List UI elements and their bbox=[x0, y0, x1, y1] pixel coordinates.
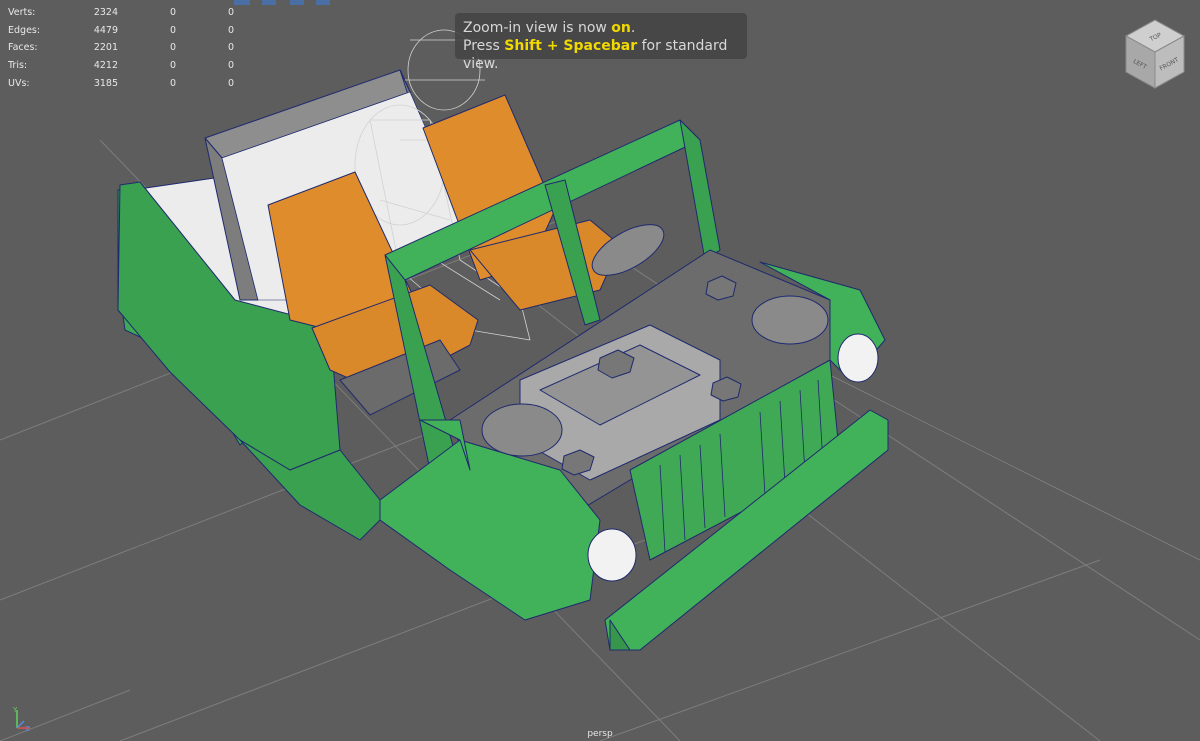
stat-value: 0 bbox=[227, 24, 234, 36]
stat-row-uvs: UVs: 3185 0 0 bbox=[6, 75, 236, 93]
stat-row-faces: Faces: 2201 0 0 bbox=[6, 39, 236, 57]
notification-text: . bbox=[630, 20, 636, 36]
notification-on-highlight: on bbox=[611, 20, 631, 36]
poly-count-hud: Verts: 2324 0 0 Edges: 4479 0 0 Faces: 2… bbox=[6, 4, 236, 92]
stat-value: 4479 bbox=[93, 24, 118, 36]
stat-row-verts: Verts: 2324 0 0 bbox=[6, 4, 236, 22]
headlight-right bbox=[837, 333, 879, 383]
stat-value: 0 bbox=[169, 7, 176, 18]
stat-label: UVs: bbox=[8, 77, 30, 89]
stat-value: 2324 bbox=[93, 7, 118, 18]
air-filter-left bbox=[481, 403, 563, 457]
stat-value: 0 bbox=[169, 24, 176, 36]
y-axis-label: Y bbox=[12, 706, 18, 714]
stat-value: 0 bbox=[169, 60, 176, 72]
jeep-model[interactable] bbox=[117, 29, 889, 651]
view-cube[interactable]: TOP LEFT FRONT bbox=[1122, 16, 1188, 92]
stat-value: 3185 bbox=[93, 77, 118, 89]
headlight-left bbox=[587, 528, 637, 582]
notification-text: Zoom-in view is now bbox=[463, 20, 612, 36]
perspective-viewport[interactable]: Verts: 2324 0 0 Edges: 4479 0 0 Faces: 2… bbox=[0, 0, 1200, 741]
camera-label: persp bbox=[587, 729, 613, 739]
stat-label: Tris: bbox=[8, 60, 28, 72]
stat-value: 0 bbox=[227, 42, 234, 54]
stat-value: 2201 bbox=[93, 42, 118, 54]
stat-value: 0 bbox=[169, 77, 176, 89]
notification-text: Press bbox=[463, 38, 505, 54]
cage-right-post bbox=[679, 119, 721, 261]
stat-label: Faces: bbox=[8, 42, 38, 54]
stat-value: 0 bbox=[227, 60, 234, 72]
stat-label: Verts: bbox=[8, 7, 36, 18]
stat-value: 0 bbox=[169, 42, 176, 54]
notification-hotkey: Shift + Spacebar bbox=[504, 38, 638, 54]
notification-line-2: Press Shift + Spacebar for standard view… bbox=[463, 37, 747, 73]
stat-label: Edges: bbox=[8, 24, 41, 36]
stat-row-edges: Edges: 4479 0 0 bbox=[6, 22, 236, 40]
air-filter-right bbox=[751, 295, 829, 345]
stat-row-tris: Tris: 4212 0 0 bbox=[6, 57, 236, 75]
notification-line-1: Zoom-in view is now on. bbox=[463, 19, 747, 37]
z-axis-line bbox=[16, 720, 25, 729]
stat-value: 0 bbox=[227, 7, 234, 18]
zoom-in-notification: Zoom-in view is now on. Press Shift + Sp… bbox=[455, 13, 747, 72]
stat-value: 4212 bbox=[93, 60, 118, 72]
3d-scene[interactable] bbox=[0, 0, 1200, 741]
stat-value: 0 bbox=[227, 77, 234, 89]
